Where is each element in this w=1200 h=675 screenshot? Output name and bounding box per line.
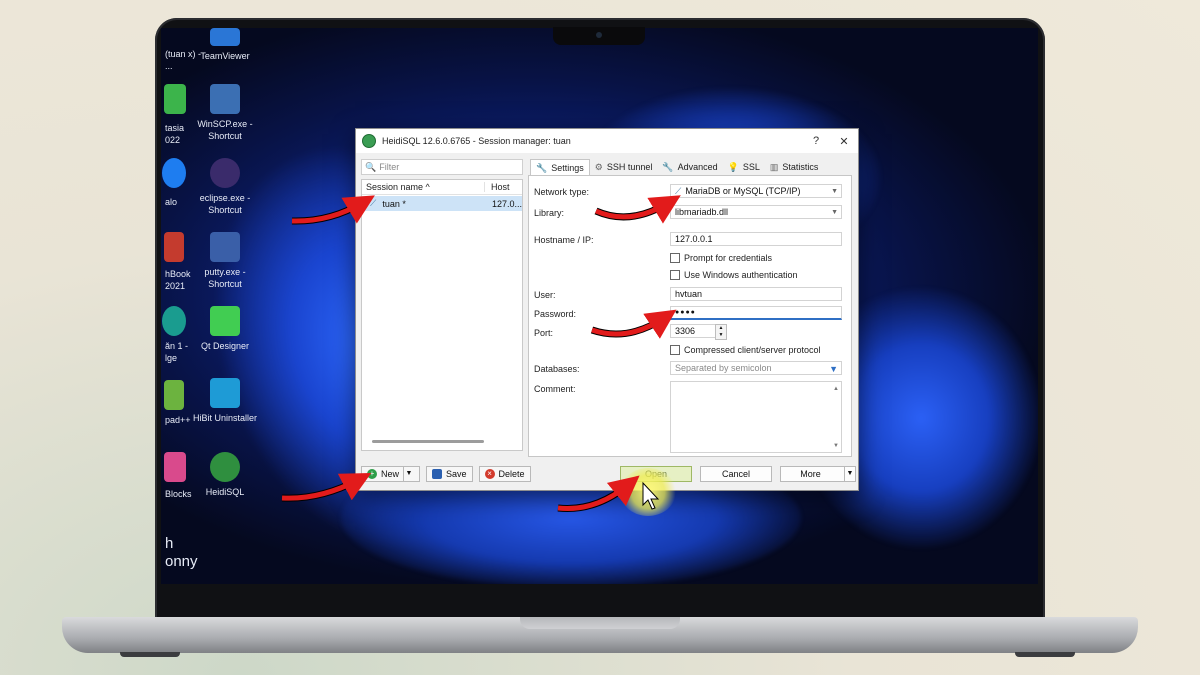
red-arrow-new — [281, 473, 372, 502]
annotation-overlay — [281, 195, 681, 513]
red-arrow-network-type — [594, 195, 681, 224]
mouse-cursor-icon — [642, 481, 660, 510]
camera — [596, 32, 602, 38]
red-arrow-session — [291, 195, 375, 225]
red-arrow-password — [590, 309, 677, 339]
red-arrow-open — [557, 475, 640, 513]
camera-notch — [553, 27, 645, 45]
